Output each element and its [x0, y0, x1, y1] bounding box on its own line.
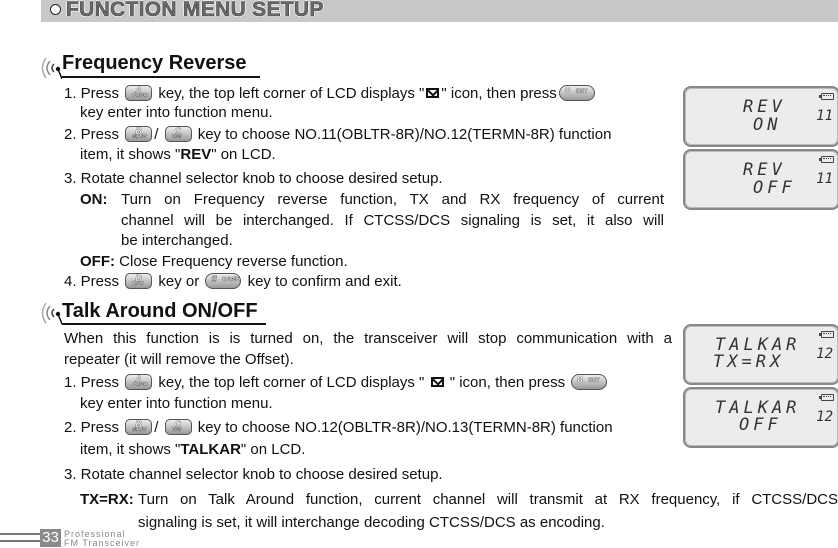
- lcd-display: TALKAR OFF 12: [683, 387, 838, 448]
- main-key-b-icon: B MAIN: [125, 419, 153, 436]
- step-2-cont: item, it shows "REV" on LCD.: [80, 146, 276, 163]
- set-key-8-icon: 8 SET: [558, 85, 595, 102]
- battery-icon: [819, 156, 834, 163]
- txrx-option-text-1: Turn on Talk Around function, current ch…: [138, 491, 838, 508]
- battery-icon: [819, 331, 834, 338]
- step-2-cont: item, it shows "TALKAR" on LCD.: [80, 441, 306, 458]
- footer-rule: [0, 540, 40, 542]
- on-option-text-3: be interchanged.: [121, 232, 233, 249]
- page-number: 33: [40, 529, 61, 547]
- txrx-option: TX=RX:: [80, 491, 134, 508]
- lcd-display: REV ON 11: [683, 86, 838, 147]
- section-title-talk-around: Talk Around ON/OFF: [62, 300, 258, 322]
- step-1: 1. Press A FUNC key, the top left corner …: [64, 374, 609, 392]
- section-title-frequency-reverse: Frequency Reverse: [62, 52, 247, 74]
- footer-rule: [0, 533, 40, 535]
- intro-text-1: When this function is is turned on, the …: [64, 330, 672, 347]
- footer-label-2: FM Transceiver: [64, 538, 141, 548]
- envelope-icon: [430, 377, 444, 388]
- step-3: 3. Rotate channel selector knob to choos…: [64, 170, 443, 187]
- step-2: 2. Press B MAIN / C V/M key to choose NO.11…: [64, 126, 612, 143]
- lcd-display: TALKAR TX=RX 12: [683, 324, 838, 385]
- bullet-circle-icon: [50, 4, 61, 15]
- off-option: OFF: Close Frequency reverse function.: [80, 253, 348, 270]
- bank-key-hash-icon: # BANK: [205, 273, 242, 290]
- main-key-b-icon: B MAIN: [125, 126, 153, 143]
- radio-waves-icon: [41, 302, 62, 325]
- on-option-text-2: channel will be interchanged. If CTCSS/D…: [121, 212, 664, 229]
- vm-key-c-icon: C V/M: [164, 126, 192, 143]
- step-1: 1. Press A FUNC key, the top left corner …: [64, 85, 597, 103]
- step-1-cont: key enter into function menu.: [80, 104, 273, 121]
- step-2: 2. Press B MAIN / C V/M key to choose NO.12…: [64, 419, 613, 436]
- esc-key-d-icon: D ESC: [125, 273, 153, 290]
- battery-icon: [819, 93, 834, 100]
- set-key-8-icon: 8 SET: [571, 374, 608, 391]
- lcd-display: REV OFF 11: [683, 149, 838, 210]
- step-1-cont: key enter into function menu.: [80, 395, 273, 412]
- envelope-icon: [426, 88, 440, 99]
- func-key-a-icon: A FUNC: [125, 85, 153, 102]
- vm-key-c-icon: C V/M: [164, 419, 192, 436]
- radio-waves-icon: [41, 57, 62, 80]
- section-underline: [62, 323, 266, 325]
- intro-text-2: repeater (it will remove the Offset).: [64, 351, 294, 368]
- step-3: 3. Rotate channel selector knob to choos…: [64, 466, 443, 483]
- section-underline: [62, 76, 260, 78]
- battery-icon: [819, 394, 834, 401]
- func-key-a-icon: A FUNC: [125, 374, 153, 391]
- page-title: FUNCTION MENU SETUP: [66, 0, 324, 21]
- step-4: 4. Press D ESC key or # BANK key to confir…: [64, 273, 402, 290]
- txrx-option-text-2: signaling is set, it will interchange de…: [138, 514, 605, 531]
- on-option-text-1: Turn on Frequency reverse function, TX a…: [121, 191, 664, 208]
